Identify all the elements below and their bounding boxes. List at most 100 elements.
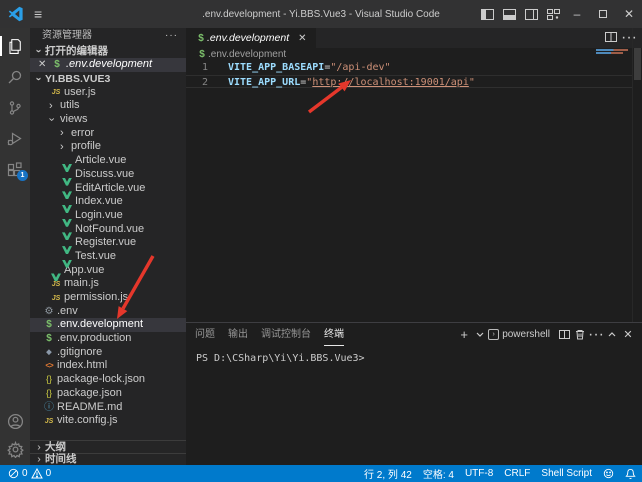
sidebar-title: 资源管理器 ··· <box>30 28 186 44</box>
tree-item[interactable]: .gitignore <box>30 346 186 360</box>
breadcrumb-item[interactable]: .env.development <box>208 49 286 60</box>
maximize-button[interactable] <box>590 0 616 28</box>
eol-sequence[interactable]: CRLF <box>504 468 530 479</box>
toggle-sidebar-icon[interactable] <box>476 0 498 28</box>
panel-tab[interactable]: 输出 <box>228 323 248 346</box>
file-name: error <box>71 127 94 141</box>
tree-item[interactable]: README.md <box>30 401 186 415</box>
source-control-icon[interactable] <box>0 96 30 120</box>
file-name: profile <box>71 140 101 154</box>
shell-file-icon <box>196 49 208 60</box>
file-name: Login.vue <box>75 209 123 223</box>
file-icon <box>49 85 63 100</box>
project-section-header[interactable]: YI.BBS.VUE3 <box>30 72 186 86</box>
code-editor[interactable]: 1VITE_APP_BASEAPI="/api-dev"2VITE_APP_UR… <box>186 61 632 88</box>
explorer-icon[interactable] <box>0 34 30 58</box>
menu-icon[interactable]: ≡ <box>34 6 42 22</box>
breadcrumb[interactable]: .env.development <box>186 48 642 61</box>
panel-tab[interactable]: 问题 <box>195 323 215 346</box>
tree-item[interactable]: NotFound.vue <box>30 223 186 237</box>
toggle-panel-icon[interactable] <box>498 0 520 28</box>
timeline-section[interactable]: › 时间线 <box>30 453 186 466</box>
tree-item[interactable]: .env.production <box>30 332 186 346</box>
split-terminal-icon[interactable] <box>556 323 572 346</box>
close-icon[interactable]: ✕ <box>38 58 50 72</box>
tree-item[interactable]: Index.vue <box>30 195 186 209</box>
folder-chevron-icon <box>49 113 59 126</box>
terminal[interactable]: PS D:\CSharp\Yi\Yi.BBS.Vue3> <box>196 346 632 465</box>
open-editor-item[interactable]: ✕ .env.development <box>30 58 186 72</box>
tree-item[interactable]: user.js <box>30 86 186 100</box>
tree-item[interactable]: Discuss.vue <box>30 168 186 182</box>
terminal-dropdown-icon[interactable] <box>472 323 488 346</box>
maximize-panel-icon[interactable] <box>604 323 620 346</box>
search-icon[interactable] <box>0 65 30 89</box>
notifications-bell-icon[interactable] <box>625 468 636 480</box>
kill-terminal-icon[interactable] <box>572 323 588 346</box>
file-name: utils <box>60 99 80 113</box>
tree-item[interactable]: profile <box>30 140 186 154</box>
tree-item[interactable]: Register.vue <box>30 236 186 250</box>
tree-item[interactable]: main.js <box>30 277 186 291</box>
run-debug-icon[interactable] <box>0 127 30 151</box>
tree-item[interactable]: Login.vue <box>30 209 186 223</box>
file-name: Register.vue <box>75 236 136 250</box>
tree-item[interactable]: permission.js <box>30 291 186 305</box>
cursor-position[interactable]: 行 2, 列 42 <box>364 466 412 481</box>
close-button[interactable]: ✕ <box>616 0 642 28</box>
tree-item[interactable]: utils <box>30 99 186 113</box>
tab-bar: .env.development ✕ ··· <box>186 28 642 48</box>
settings-gear-icon[interactable] <box>0 437 30 461</box>
extensions-icon[interactable]: 1 <box>0 158 30 182</box>
sidebar-more-icon[interactable]: ··· <box>165 28 178 44</box>
file-icon <box>42 373 56 387</box>
tree-item[interactable]: views <box>30 113 186 127</box>
vscode-logo-icon <box>8 6 24 22</box>
language-mode[interactable]: Shell Script <box>541 468 592 479</box>
tree-item[interactable]: App.vue <box>30 264 186 278</box>
editor-scrollbar[interactable] <box>632 28 642 322</box>
status-bar: 0 0 行 2, 列 42 空格: 4 UTF-8 CRLF Shell Scr… <box>0 465 642 482</box>
code-token: " <box>469 77 475 88</box>
indentation[interactable]: 空格: 4 <box>423 466 454 481</box>
code-line[interactable]: 2VITE_APP_URL="http://localhost:19001/ap… <box>186 75 632 89</box>
close-icon[interactable]: ✕ <box>298 33 306 44</box>
toggle-secondary-sidebar-icon[interactable] <box>520 0 542 28</box>
code-line[interactable]: 1VITE_APP_BASEAPI="/api-dev" <box>186 61 632 75</box>
new-terminal-icon[interactable]: + <box>456 323 472 346</box>
explorer-sidebar: 资源管理器 ··· 打开的编辑器 ✕ .env.development YI.B… <box>30 28 186 465</box>
tree-item[interactable]: Article.vue <box>30 154 186 168</box>
tree-item[interactable]: EditArticle.vue <box>30 182 186 196</box>
feedback-icon[interactable] <box>603 468 614 479</box>
tree-item[interactable]: .env.development <box>30 318 186 332</box>
file-name: .env.production <box>57 332 131 346</box>
problems-status[interactable]: 0 0 <box>8 468 51 479</box>
tab-label: .env.development <box>207 32 289 44</box>
close-panel-icon[interactable]: ✕ <box>620 323 636 346</box>
minimap[interactable] <box>596 49 628 55</box>
panel-more-icon[interactable]: ··· <box>588 323 604 346</box>
split-editor-icon[interactable] <box>602 29 620 47</box>
tree-item[interactable]: package.json <box>30 387 186 401</box>
tree-item[interactable]: .env <box>30 305 186 319</box>
tree-item[interactable]: package-lock.json <box>30 373 186 387</box>
extensions-badge: 1 <box>17 170 28 181</box>
file-icon <box>42 401 56 415</box>
open-editors-header[interactable]: 打开的编辑器 <box>30 44 186 58</box>
tree-item[interactable]: vite.config.js <box>30 414 186 428</box>
tab-env-development[interactable]: .env.development ✕ <box>186 28 316 48</box>
file-name: views <box>60 113 88 127</box>
activity-bar: 1 <box>0 28 30 465</box>
file-icon <box>42 332 56 346</box>
tree-item[interactable]: error <box>30 127 186 141</box>
outline-section[interactable]: › 大纲 <box>30 440 186 453</box>
encoding[interactable]: UTF-8 <box>465 468 493 479</box>
minimize-button[interactable]: – <box>564 0 590 28</box>
shell-name[interactable]: powershell <box>502 329 550 340</box>
tree-item[interactable]: Test.vue <box>30 250 186 264</box>
panel-tab[interactable]: 终端 <box>324 323 344 346</box>
panel-tab[interactable]: 调试控制台 <box>261 323 311 346</box>
tree-item[interactable]: index.html <box>30 359 186 373</box>
customize-layout-icon[interactable] <box>542 0 564 28</box>
account-icon[interactable] <box>0 409 30 433</box>
